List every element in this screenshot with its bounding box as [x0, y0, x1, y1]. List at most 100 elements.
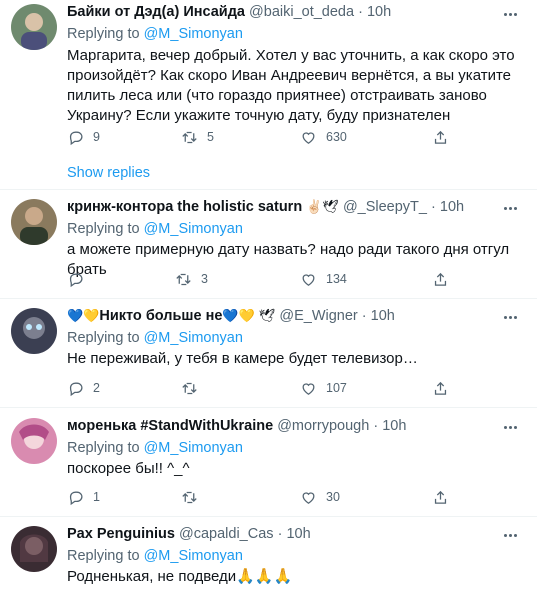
timestamp[interactable]: 10h: [382, 418, 406, 434]
replying-to-link[interactable]: @M_Simonyan: [144, 548, 243, 564]
like-count: 630: [326, 130, 347, 144]
avatar[interactable]: [11, 199, 57, 245]
tweet-header: Pax Penguinius @capaldi_Cas · 10h: [67, 526, 311, 542]
more-options-icon[interactable]: [504, 534, 520, 540]
like-count: 30: [326, 490, 340, 504]
display-name[interactable]: Никто больше не: [99, 308, 222, 324]
share-icon: [434, 272, 447, 286]
tweet-3[interactable]: 💙💛Никто больше не💙💛 🕊 @E_Wigner · 10h Re…: [0, 304, 537, 408]
replying-label: Replying to: [67, 221, 140, 237]
avatar[interactable]: [11, 308, 57, 354]
heart-icon: [302, 491, 315, 504]
display-name[interactable]: Pax Penguinius: [67, 526, 175, 542]
share-button[interactable]: [432, 125, 458, 149]
share-button[interactable]: [432, 376, 458, 400]
tweet-2[interactable]: кринж-контора the holistic saturn ✌🏻🕊 @_…: [0, 195, 537, 299]
share-icon: [434, 381, 447, 395]
like-button[interactable]: 30: [300, 485, 340, 509]
replying-to: Replying to @M_Simonyan: [67, 330, 243, 346]
reply-button[interactable]: 1: [67, 485, 100, 509]
retweet-button[interactable]: [181, 376, 207, 400]
replying-to-link[interactable]: @M_Simonyan: [144, 26, 243, 42]
username[interactable]: @_SleepyT_: [343, 199, 427, 215]
heart-icon: [302, 382, 315, 395]
more-options-icon[interactable]: [504, 13, 520, 19]
tweet-header: Байки от Дэд(а) Инсайда @baiki_ot_deda ·…: [67, 4, 392, 20]
tweet-5[interactable]: Pax Penguinius @capaldi_Cas · 10h Replyi…: [0, 522, 537, 593]
tweet-header: моренька #StandWithUkraine @morrypough ·…: [67, 418, 407, 434]
show-replies-link[interactable]: Show replies: [67, 165, 150, 181]
replying-to-link[interactable]: @M_Simonyan: [144, 440, 243, 456]
retweet-button[interactable]: [181, 485, 207, 509]
reply-button[interactable]: [67, 267, 93, 291]
reply-icon: [69, 382, 83, 396]
like-count: 107: [326, 381, 347, 395]
more-options-icon[interactable]: [504, 426, 520, 432]
retweet-count: 3: [201, 272, 208, 286]
tweet-header: 💙💛Никто больше не💙💛 🕊 @E_Wigner · 10h: [67, 308, 395, 324]
divider: [0, 298, 537, 299]
retweet-icon: [182, 131, 197, 143]
timestamp[interactable]: 10h: [367, 4, 391, 20]
share-icon: [434, 490, 447, 504]
timestamp[interactable]: 10h: [371, 308, 395, 324]
tweet-1[interactable]: Байки от Дэд(а) Инсайда @baiki_ot_deda ·…: [0, 0, 537, 190]
replying-label: Replying to: [67, 330, 140, 346]
retweet-icon: [182, 382, 197, 394]
name-emoji-prefix: 💙💛: [67, 308, 100, 323]
replying-to: Replying to @M_Simonyan: [67, 440, 243, 456]
like-button[interactable]: 107: [300, 376, 347, 400]
reply-count: 1: [93, 490, 100, 504]
username[interactable]: @baiki_ot_deda: [249, 4, 354, 20]
replying-label: Replying to: [67, 548, 140, 564]
like-count: 134: [326, 272, 347, 286]
tweet-header: кринж-контора the holistic saturn ✌🏻🕊 @_…: [67, 199, 465, 215]
more-options-icon[interactable]: [504, 316, 520, 322]
avatar[interactable]: [11, 526, 57, 572]
heart-icon: [302, 131, 315, 144]
tweet-actions: 1 30: [60, 485, 460, 509]
display-name[interactable]: кринж-контора the holistic saturn: [67, 199, 302, 215]
replying-label: Replying to: [67, 26, 140, 42]
timestamp[interactable]: 10h: [286, 526, 310, 542]
reply-icon: [69, 491, 83, 505]
avatar[interactable]: [11, 4, 57, 50]
timestamp[interactable]: 10h: [440, 199, 464, 215]
heart-icon: [302, 273, 315, 286]
like-button[interactable]: 134: [300, 267, 347, 291]
share-icon: [434, 130, 447, 144]
replying-to-link[interactable]: @M_Simonyan: [144, 221, 243, 237]
name-emoji-suffix: 💙💛: [222, 308, 255, 323]
username[interactable]: @morrypough: [277, 418, 369, 434]
divider: [0, 516, 537, 517]
reply-count: 9: [93, 130, 100, 144]
share-button[interactable]: [432, 267, 458, 291]
divider: [0, 189, 537, 190]
reply-icon: [69, 131, 83, 145]
divider: [0, 407, 537, 408]
name-emoji: 🕊: [258, 308, 276, 323]
display-name[interactable]: Байки от Дэд(а) Инсайда: [67, 4, 245, 20]
reply-count: 2: [93, 381, 100, 395]
tweet-text: Не переживай, у тебя в камере будет теле…: [67, 350, 418, 367]
retweet-icon: [182, 491, 197, 503]
like-button[interactable]: 630: [300, 125, 347, 149]
tweet-4[interactable]: моренька #StandWithUkraine @morrypough ·…: [0, 414, 537, 517]
tweet-text: поскорее бы!! ^_^: [67, 460, 190, 477]
reply-button[interactable]: 9: [67, 125, 100, 149]
more-options-icon[interactable]: [504, 207, 520, 213]
tweet-actions: 3 134: [60, 267, 460, 291]
display-name[interactable]: моренька #StandWithUkraine: [67, 418, 273, 434]
username[interactable]: @capaldi_Cas: [179, 526, 274, 542]
tweet-text: Родненькая, не подведи🙏🙏🙏: [67, 568, 293, 585]
retweet-button[interactable]: 3: [175, 267, 208, 291]
share-button[interactable]: [432, 485, 458, 509]
retweet-icon: [176, 273, 191, 285]
retweet-button[interactable]: 5: [181, 125, 214, 149]
replying-to: Replying to @M_Simonyan: [67, 548, 243, 564]
avatar[interactable]: [11, 418, 57, 464]
reply-button[interactable]: 2: [67, 376, 100, 400]
username[interactable]: @E_Wigner: [279, 308, 357, 324]
replying-to-link[interactable]: @M_Simonyan: [144, 330, 243, 346]
replying-to: Replying to @M_Simonyan: [67, 221, 243, 237]
